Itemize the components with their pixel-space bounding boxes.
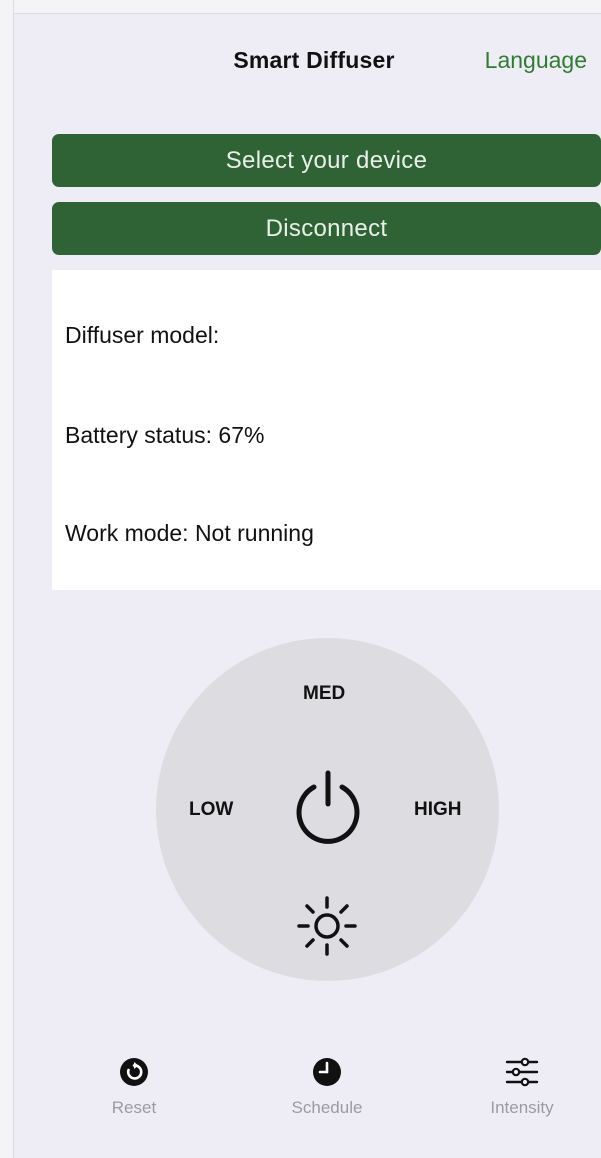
light-icon[interactable] (296, 895, 358, 957)
low-button[interactable]: LOW (189, 799, 233, 821)
med-button[interactable]: MED (303, 683, 345, 705)
window-top-edge (14, 0, 601, 14)
battery-status-text: Battery status: 67% (65, 422, 265, 448)
language-button[interactable]: Language (485, 47, 587, 74)
tab-intensity-label: Intensity (490, 1098, 554, 1117)
tab-schedule-label: Schedule (291, 1098, 363, 1117)
reset-icon (120, 1058, 148, 1086)
tab-intensity[interactable]: Intensity (462, 1054, 582, 1118)
sliders-icon (505, 1057, 539, 1087)
disconnect-button[interactable]: Disconnect (52, 202, 601, 255)
window-left-edge (0, 0, 14, 1158)
tab-reset[interactable]: Reset (74, 1054, 194, 1118)
device-info-card: Diffuser model: Battery status: 67% Work… (52, 270, 601, 590)
tab-reset-label: Reset (111, 1098, 157, 1117)
high-button[interactable]: HIGH (414, 799, 462, 821)
select-device-button[interactable]: Select your device (52, 134, 601, 187)
intensity-dial: MED LOW HIGH (156, 638, 499, 981)
tab-schedule[interactable]: Schedule (267, 1054, 387, 1118)
power-icon[interactable] (288, 766, 368, 846)
work-mode-text: Work mode: Not running (65, 520, 314, 546)
app-screen: Smart Diffuser Language Select your devi… (14, 14, 601, 1158)
diffuser-model-text: Diffuser model: (65, 322, 220, 348)
clock-icon (313, 1058, 341, 1086)
